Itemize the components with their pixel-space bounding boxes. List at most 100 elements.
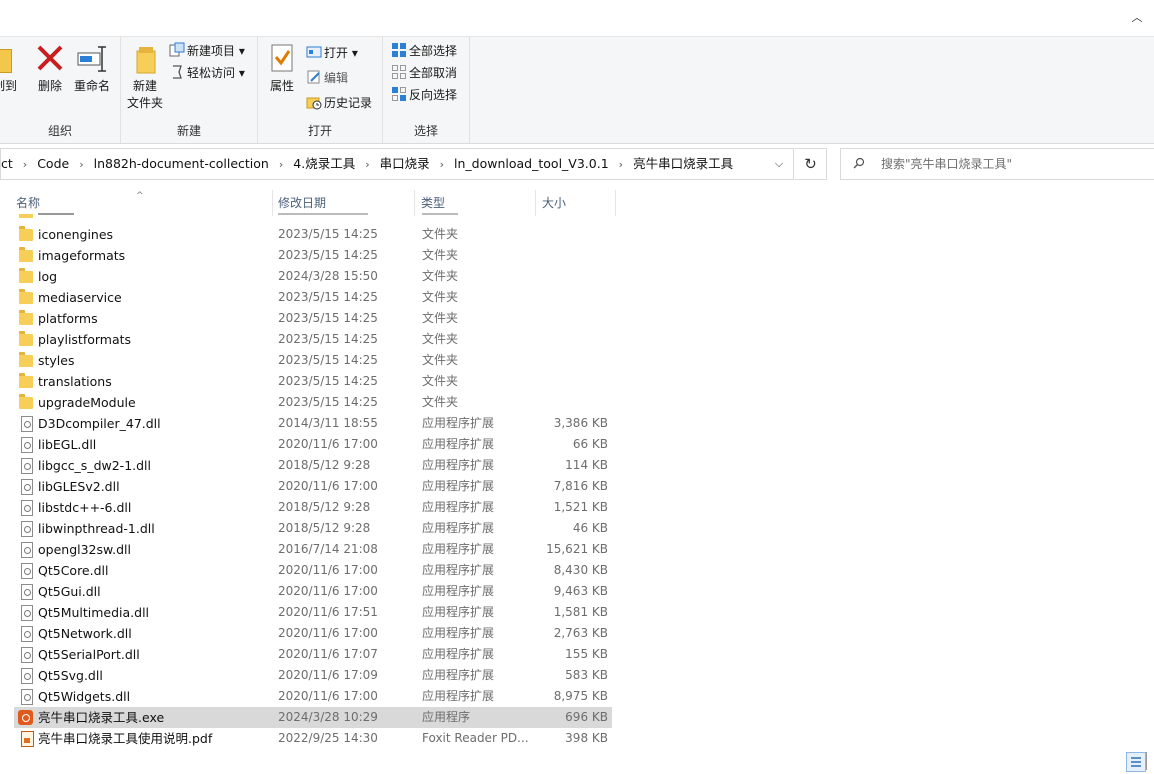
file-name: mediaservice <box>38 290 122 305</box>
chevron-right-icon[interactable]: › <box>275 150 287 180</box>
file-date: 2023/5/15 14:25 <box>278 374 378 388</box>
file-row[interactable]: libGLESv2.dll 2020/11/6 17:00 应用程序扩展 7,816 … <box>14 476 612 497</box>
file-type: 应用程序 <box>422 710 471 724</box>
new-folder-label-1: 新建 <box>132 79 157 93</box>
file-date: 2024/3/28 10:29 <box>278 710 378 724</box>
file-row[interactable]: platforms 2023/5/15 14:25 文件夹 <box>14 308 612 329</box>
file-row[interactable]: libwinpthread-1.dll 2018/5/12 9:28 应用程序扩展 4… <box>14 518 612 539</box>
file-row[interactable]: iconengines 2023/5/15 14:25 文件夹 <box>14 224 612 245</box>
file-type: 文件夹 <box>422 311 459 325</box>
chevron-right-icon[interactable]: › <box>19 150 31 180</box>
file-type: 应用程序扩展 <box>422 563 495 577</box>
breadcrumb-item[interactable]: 亮牛串口烧录工具 <box>627 149 739 179</box>
file-row[interactable]: Qt5Svg.dll 2020/11/6 17:09 应用程序扩展 583 KB <box>14 665 612 686</box>
file-type: 应用程序扩展 <box>422 521 495 535</box>
file-row[interactable]: Qt5Core.dll 2020/11/6 17:00 应用程序扩展 8,430 KB <box>14 560 612 581</box>
file-date: 2020/11/6 17:00 <box>278 563 378 577</box>
file-date: 2020/11/6 17:07 <box>278 647 378 661</box>
file-row[interactable]: log 2024/3/28 15:50 文件夹 <box>14 266 612 287</box>
file-type: 应用程序扩展 <box>422 605 495 619</box>
breadcrumb-item[interactable]: ln_download_tool_V3.0.1 <box>448 149 615 179</box>
easy-access-button[interactable]: 轻松访问 ▾ <box>169 63 245 83</box>
delete-label: 删除 <box>37 79 62 93</box>
file-date: 2020/11/6 17:51 <box>278 605 378 619</box>
file-size: 8,975 KB <box>553 689 608 703</box>
file-size: 1,521 KB <box>553 500 608 514</box>
file-type: 文件夹 <box>422 227 459 241</box>
file-row[interactable]: 亮牛串口烧录工具使用说明.pdf 2022/9/25 14:30 Foxit Rea… <box>14 728 612 749</box>
history-button[interactable]: 历史记录 <box>306 93 372 113</box>
select-all-button[interactable]: 全部选择 <box>391 41 457 61</box>
file-row[interactable]: Qt5Multimedia.dll 2020/11/6 17:51 应用程序扩展 1,… <box>14 602 612 623</box>
select-none-button[interactable]: 全部取消 <box>391 63 457 83</box>
dll-file-icon <box>21 416 33 432</box>
file-date: 2023/5/15 14:25 <box>278 248 378 262</box>
file-row[interactable]: Qt5Network.dll 2020/11/6 17:00 应用程序扩展 2,763… <box>14 623 612 644</box>
copy-to-icon <box>0 41 14 75</box>
file-row[interactable]: opengl32sw.dll 2016/7/14 21:08 应用程序扩展 15,62… <box>14 539 612 560</box>
file-row[interactable]: translations 2023/5/15 14:25 文件夹 <box>14 371 612 392</box>
folder-icon <box>19 247 33 262</box>
collapse-ribbon-button[interactable]: ︿ <box>1130 12 1144 24</box>
breadcrumb-item[interactable]: ct <box>1 149 19 179</box>
file-row[interactable]: playlistformats 2023/5/15 14:25 文件夹 <box>14 329 612 350</box>
open-button[interactable]: 打开 ▾ <box>306 43 358 63</box>
partial-row <box>14 212 612 218</box>
file-name: libEGL.dll <box>38 437 97 452</box>
large-icons-view-button[interactable] <box>1146 752 1154 770</box>
breadcrumb-item[interactable]: ln882h-document-collection <box>88 149 275 179</box>
file-row[interactable]: 亮牛串口烧录工具.exe 2024/3/28 10:29 应用程序 696 KB <box>14 707 612 728</box>
file-size: 9,463 KB <box>553 584 608 598</box>
file-size: 2,763 KB <box>553 626 608 640</box>
refresh-button[interactable]: ↻ <box>795 148 827 180</box>
new-item-label: 新建项目 <box>187 44 236 58</box>
file-row[interactable]: imageformats 2023/5/15 14:25 文件夹 <box>14 245 612 266</box>
new-item-button[interactable]: 新建项目 ▾ <box>169 41 245 61</box>
address-bar[interactable]: ct › Code › ln882h-document-collection › 4.烧录工… <box>0 148 794 180</box>
invert-selection-button[interactable]: 反向选择 <box>391 85 457 105</box>
copy-to-label: 制到 <box>0 79 17 93</box>
file-row[interactable]: upgradeModule 2023/5/15 14:25 文件夹 <box>14 392 612 413</box>
properties-button[interactable]: 属性 <box>264 41 300 94</box>
new-folder-button[interactable]: 新建 文件夹 <box>125 41 165 111</box>
copy-to-button[interactable]: 制到 <box>0 41 18 94</box>
file-date: 2024/3/28 15:50 <box>278 269 378 283</box>
details-view-button[interactable] <box>1126 752 1146 772</box>
select-none-label: 全部取消 <box>409 66 458 80</box>
file-size: 8,430 KB <box>553 563 608 577</box>
sort-up-icon: ^ <box>136 191 144 201</box>
folder-icon <box>19 214 33 218</box>
file-row[interactable]: libgcc_s_dw2-1.dll 2018/5/12 9:28 应用程序扩展 11… <box>14 455 612 476</box>
partial-name <box>38 213 74 215</box>
file-row[interactable]: mediaservice 2023/5/15 14:25 文件夹 <box>14 287 612 308</box>
rename-button[interactable]: 重命名 <box>72 41 112 94</box>
title-bar: ︿ <box>0 0 1154 36</box>
file-row[interactable]: libstdc++-6.dll 2018/5/12 9:28 应用程序扩展 1,521… <box>14 497 612 518</box>
chevron-right-icon[interactable]: › <box>361 150 373 180</box>
file-date: 2023/5/15 14:25 <box>278 290 378 304</box>
file-row[interactable]: Qt5Gui.dll 2020/11/6 17:00 应用程序扩展 9,463 KB <box>14 581 612 602</box>
partial-date <box>278 213 368 215</box>
file-row[interactable]: styles 2023/5/15 14:25 文件夹 <box>14 350 612 371</box>
delete-button[interactable]: 删除 <box>34 41 66 94</box>
ribbon-group-open: 属性 打开 ▾ 编辑 历史记录 打开 <box>258 37 383 143</box>
file-type: 文件夹 <box>422 353 459 367</box>
breadcrumb-item[interactable]: Code <box>31 149 75 179</box>
properties-label: 属性 <box>269 79 294 93</box>
chevron-right-icon[interactable]: › <box>436 150 448 180</box>
file-date: 2020/11/6 17:00 <box>278 689 378 703</box>
file-row[interactable]: libEGL.dll 2020/11/6 17:00 应用程序扩展 66 KB <box>14 434 612 455</box>
group-label-select: 选择 <box>413 124 438 138</box>
file-row[interactable]: Qt5Widgets.dll 2020/11/6 17:00 应用程序扩展 8,975… <box>14 686 612 707</box>
address-history-dropdown[interactable]: ⌵ <box>767 149 791 179</box>
file-name: imageformats <box>38 248 126 263</box>
file-type: 应用程序扩展 <box>422 500 495 514</box>
breadcrumb-item[interactable]: 串口烧录 <box>374 149 436 179</box>
chevron-right-icon[interactable]: › <box>75 150 87 180</box>
file-row[interactable]: Qt5SerialPort.dll 2020/11/6 17:07 应用程序扩展 15… <box>14 644 612 665</box>
file-row[interactable]: D3Dcompiler_47.dll 2014/3/11 18:55 应用程序扩展 3… <box>14 413 612 434</box>
breadcrumb-item[interactable]: 4.烧录工具 <box>287 149 361 179</box>
search-box[interactable]: 搜索"亮牛串口烧录工具" <box>840 148 1154 180</box>
edit-button[interactable]: 编辑 <box>306 68 348 88</box>
chevron-right-icon[interactable]: › <box>615 150 627 180</box>
